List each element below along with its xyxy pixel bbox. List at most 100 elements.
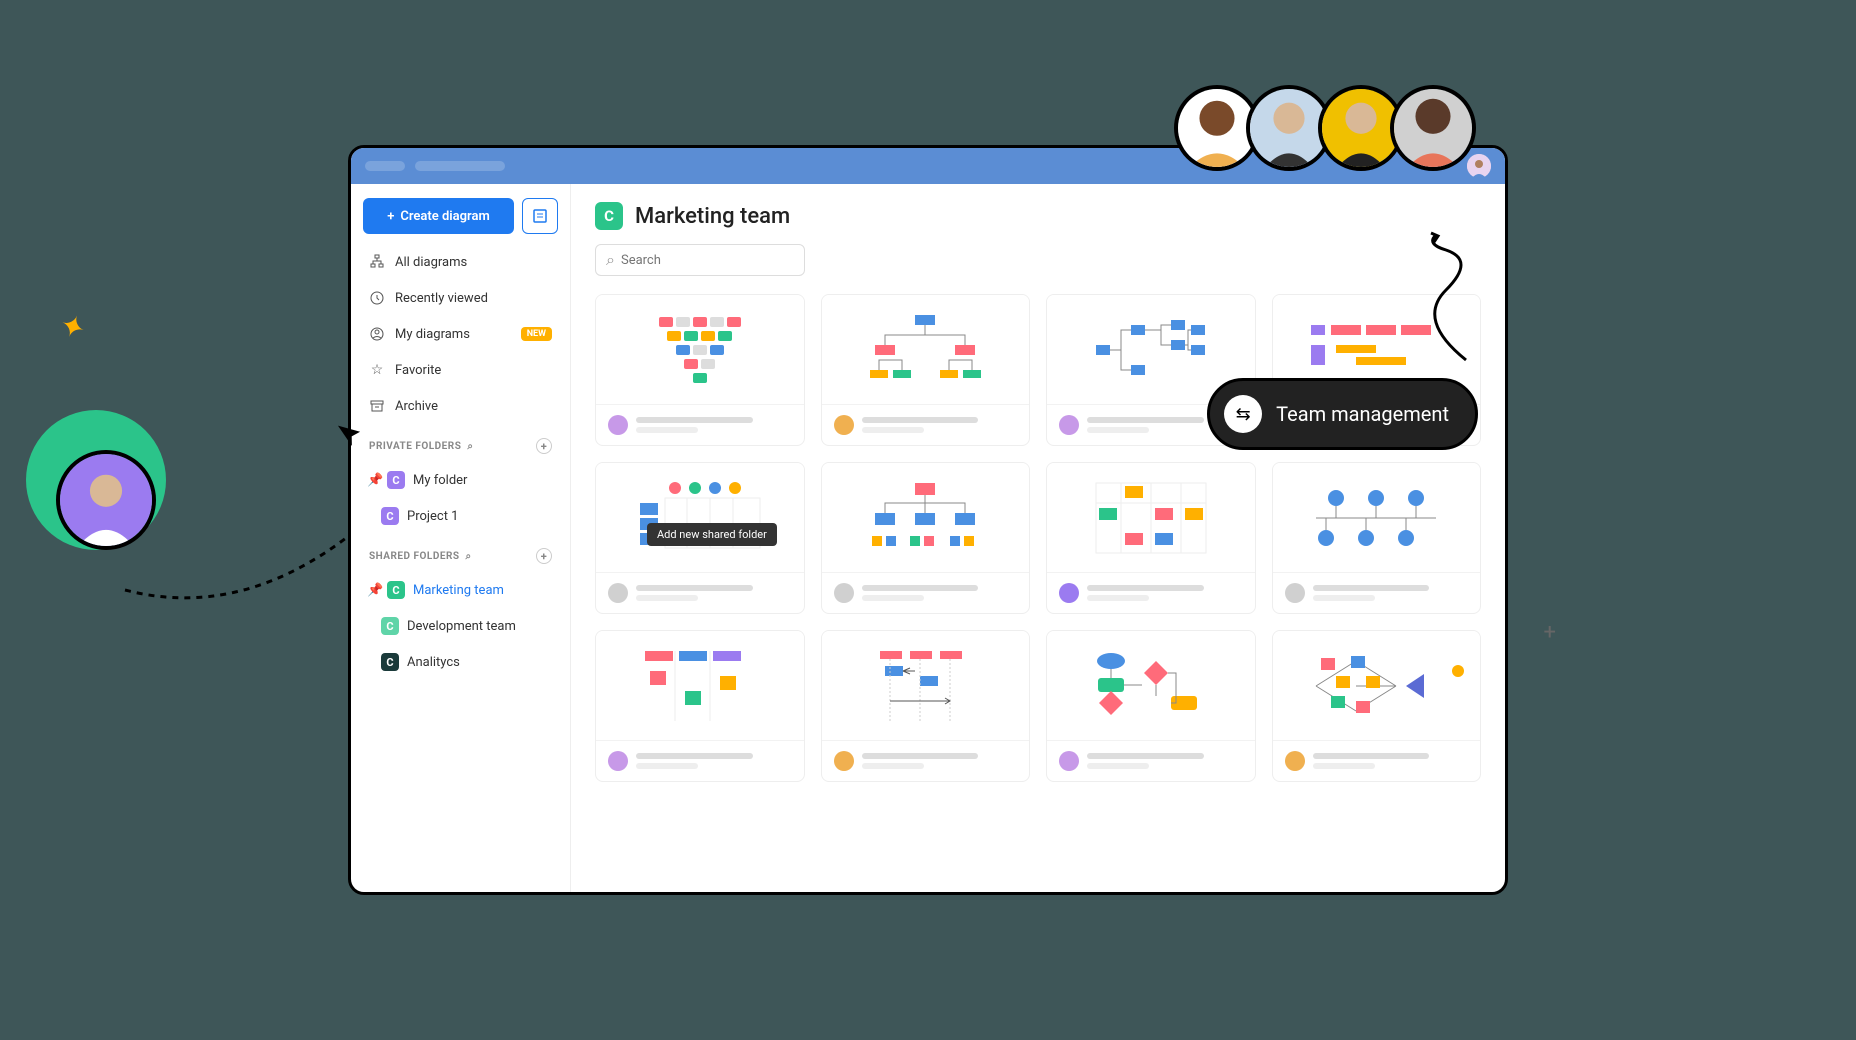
page-header: C Marketing team xyxy=(595,202,1481,230)
clock-icon xyxy=(369,290,385,306)
section-label: PRIVATE FOLDERS xyxy=(369,441,461,452)
user-icon xyxy=(369,326,385,342)
diagram-thumbnail xyxy=(822,295,1030,405)
diagram-card[interactable] xyxy=(1046,630,1256,782)
diagram-card[interactable] xyxy=(595,630,805,782)
team-avatars xyxy=(1188,85,1476,171)
star-icon: ☆ xyxy=(369,362,385,378)
card-title-placeholder xyxy=(1313,753,1469,769)
search-bar[interactable]: ⌕ xyxy=(595,244,805,276)
section-label: SHARED FOLDERS xyxy=(369,551,460,562)
folder-badge: C xyxy=(387,471,405,489)
decorative-plus: + xyxy=(1544,620,1556,645)
diagram-thumbnail xyxy=(822,463,1030,573)
template-icon xyxy=(532,208,548,224)
search-icon[interactable]: ⌕ xyxy=(467,441,473,452)
add-shared-folder-button[interactable]: + xyxy=(536,548,552,564)
search-input[interactable] xyxy=(621,253,794,268)
plus-icon: + xyxy=(387,209,394,224)
diagram-thumbnail xyxy=(596,295,804,405)
template-button[interactable] xyxy=(522,198,558,234)
folder-badge: C xyxy=(387,581,405,599)
nav-all-diagrams[interactable]: All diagrams xyxy=(363,246,558,278)
card-title-placeholder xyxy=(1313,585,1469,601)
create-button-label: Create diagram xyxy=(400,209,489,224)
nav-my-diagrams[interactable]: My diagrams NEW xyxy=(363,318,558,350)
author-avatar xyxy=(834,751,854,771)
nav-label: All diagrams xyxy=(395,255,467,270)
nav-archive[interactable]: Archive xyxy=(363,390,558,422)
diagram-card[interactable] xyxy=(1046,462,1256,614)
swap-icon: ⇆ xyxy=(1224,395,1262,433)
create-diagram-button[interactable]: + Create diagram xyxy=(363,198,514,234)
diagram-thumbnail xyxy=(596,631,804,741)
nav-label: Archive xyxy=(395,399,438,414)
nav-label: Favorite xyxy=(395,363,441,378)
private-folder-item[interactable]: 📌 C My folder xyxy=(363,464,558,496)
diagram-thumbnail xyxy=(1047,463,1255,573)
card-title-placeholder xyxy=(636,417,792,433)
author-avatar xyxy=(1285,583,1305,603)
diagram-thumbnail xyxy=(1273,463,1481,573)
card-title-placeholder xyxy=(862,585,1018,601)
search-icon[interactable]: ⌕ xyxy=(466,551,472,562)
diagram-thumbnail xyxy=(596,463,804,573)
nav-label: Recently viewed xyxy=(395,291,488,306)
hierarchy-icon xyxy=(369,254,385,270)
folder-label: Analitycs xyxy=(407,655,460,670)
nav-favorite[interactable]: ☆ Favorite xyxy=(363,354,558,386)
author-avatar xyxy=(834,583,854,603)
shared-folder-item[interactable]: C Development team xyxy=(363,610,558,642)
diagram-thumbnail xyxy=(1273,631,1481,741)
card-title-placeholder xyxy=(1087,753,1243,769)
folder-badge: C xyxy=(381,617,399,635)
author-avatar xyxy=(1285,751,1305,771)
diagram-card[interactable] xyxy=(1272,462,1482,614)
shared-folder-item[interactable]: 📌 C Marketing team xyxy=(363,574,558,606)
nav-recently-viewed[interactable]: Recently viewed xyxy=(363,282,558,314)
folder-label: My folder xyxy=(413,473,467,488)
diagram-card[interactable] xyxy=(1272,630,1482,782)
folder-label: Marketing team xyxy=(413,583,504,598)
diagram-thumbnail xyxy=(822,631,1030,741)
folder-label: Project 1 xyxy=(407,509,459,524)
diagram-card[interactable] xyxy=(595,294,805,446)
sidebar: + Create diagram All diagrams Recently v… xyxy=(351,184,571,892)
decorative-dot xyxy=(1452,665,1464,677)
team-management-chip[interactable]: ⇆ Team management xyxy=(1207,378,1478,450)
search-icon: ⌕ xyxy=(606,250,615,270)
archive-icon xyxy=(369,398,385,414)
card-title-placeholder xyxy=(1087,585,1243,601)
diagram-card[interactable] xyxy=(821,462,1031,614)
team-management-label: Team management xyxy=(1276,402,1449,426)
author-avatar xyxy=(1059,583,1079,603)
folder-badge-icon: C xyxy=(595,202,623,230)
private-folder-item[interactable]: C Project 1 xyxy=(363,500,558,532)
diagram-thumbnail xyxy=(1047,631,1255,741)
nav-label: My diagrams xyxy=(395,327,470,342)
diagram-card[interactable] xyxy=(821,630,1031,782)
card-title-placeholder xyxy=(636,585,792,601)
author-avatar xyxy=(1059,751,1079,771)
shared-folder-item[interactable]: C Analitycs xyxy=(363,646,558,678)
card-title-placeholder xyxy=(862,417,1018,433)
tooltip-add-shared-folder: Add new shared folder xyxy=(647,523,777,546)
author-avatar xyxy=(834,415,854,435)
shared-folders-header: SHARED FOLDERS ⌕ + xyxy=(363,536,558,570)
author-avatar xyxy=(608,751,628,771)
card-title-placeholder xyxy=(862,753,1018,769)
titlebar-placeholder xyxy=(415,161,505,171)
author-avatar xyxy=(608,415,628,435)
folder-badge: C xyxy=(381,507,399,525)
decorative-swirl-arrow xyxy=(1406,230,1526,370)
diagram-card[interactable] xyxy=(821,294,1031,446)
private-folders-header: PRIVATE FOLDERS ⌕ + xyxy=(363,426,558,460)
page-title: Marketing team xyxy=(635,204,790,229)
decorative-star: ✦ xyxy=(55,307,91,348)
decorative-path xyxy=(120,530,380,610)
card-title-placeholder xyxy=(636,753,792,769)
app-window: + Create diagram All diagrams Recently v… xyxy=(348,145,1508,895)
folder-label: Development team xyxy=(407,619,516,634)
author-avatar xyxy=(608,583,628,603)
add-private-folder-button[interactable]: + xyxy=(536,438,552,454)
